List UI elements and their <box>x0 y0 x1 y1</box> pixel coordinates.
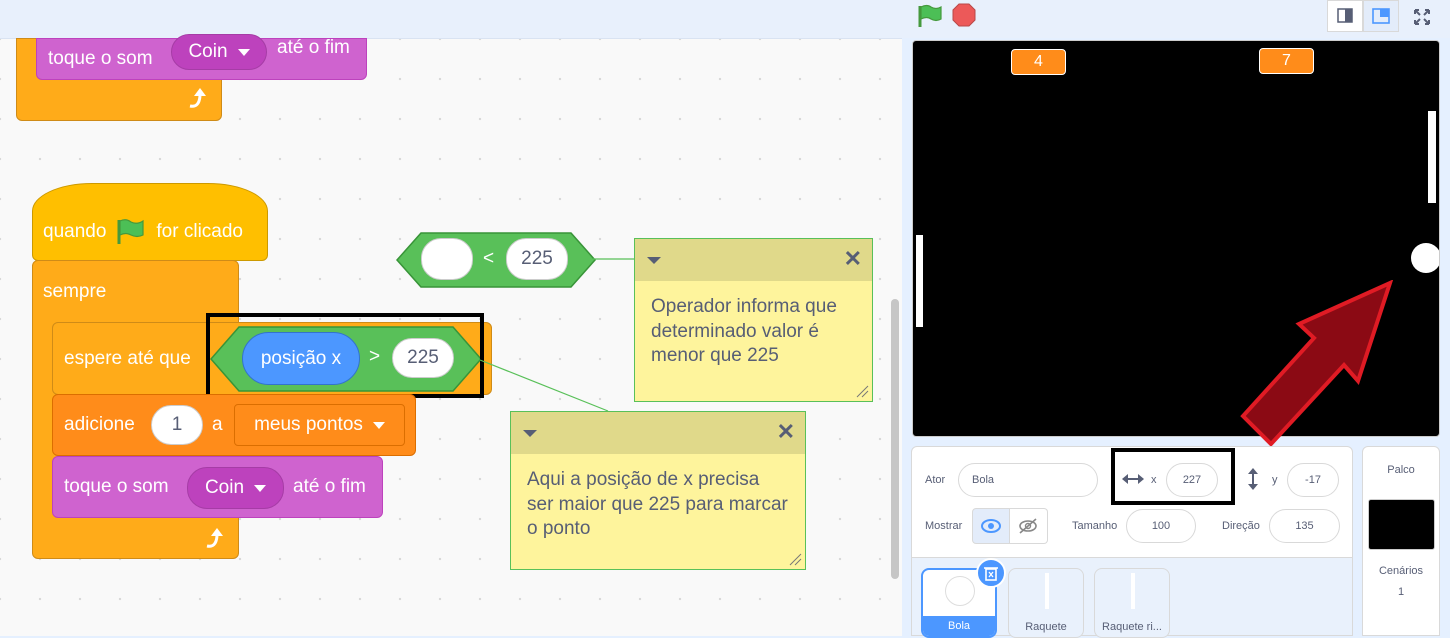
collapse-triangle-icon[interactable] <box>647 257 661 264</box>
sprite-costume-preview <box>945 576 975 606</box>
sprite-name: Raquete ri... <box>1102 621 1162 633</box>
stop-icon[interactable] <box>952 3 976 27</box>
note-text[interactable]: Aqui a posição de x precisa ser maior qu… <box>511 454 805 542</box>
sprite-name: Bola <box>972 474 995 486</box>
sprite-name: Raquete <box>1025 621 1067 633</box>
vertical-arrows-icon <box>1248 468 1258 490</box>
show-label: Mostrar <box>925 520 963 532</box>
small-stage-button[interactable] <box>1327 0 1363 32</box>
sprite-label: Ator <box>925 474 946 486</box>
sound-menu-top[interactable]: Coin <box>171 34 267 70</box>
forever-label: sempre <box>43 281 107 302</box>
resize-grip-icon[interactable] <box>788 552 802 566</box>
play-sound-label: toque o som <box>64 476 169 497</box>
change-value-input[interactable]: 1 <box>151 405 203 445</box>
clicked-label: for clicado <box>156 221 244 242</box>
sprite-info-panel: Ator Bola x 227 y -17 Mostrar Tamanho 10… <box>911 446 1353 558</box>
score-monitor-left[interactable]: 4 <box>1011 49 1066 75</box>
when-flag-clicked-block[interactable]: quando for clicado <box>32 183 268 261</box>
small-stage-icon <box>1337 8 1353 23</box>
paddle-right[interactable] <box>1428 111 1436 203</box>
ball-sprite[interactable] <box>1411 243 1439 273</box>
collapse-triangle-icon[interactable] <box>523 430 537 437</box>
variable-menu[interactable]: meus pontos <box>234 404 405 446</box>
eye-off-icon <box>1019 518 1037 534</box>
size-label: Tamanho <box>1072 520 1118 532</box>
change-to-label: a <box>212 414 223 435</box>
lt-symbol: < <box>483 248 495 269</box>
when-label: quando <box>43 221 107 242</box>
show-hidden-button[interactable] <box>1010 508 1048 544</box>
y-label: y <box>1272 474 1278 486</box>
sprite-thumb-raquete-ri[interactable]: Raquete ri... <box>1094 568 1170 638</box>
backdrops-count: 1 <box>1397 586 1405 598</box>
highlight-box-x <box>1111 448 1235 505</box>
resize-grip-icon[interactable] <box>855 384 869 398</box>
green-flag-icon[interactable] <box>917 4 943 28</box>
change-label: adicione <box>64 414 135 435</box>
chevron-down-icon <box>372 421 385 429</box>
lt-value-input[interactable]: 225 <box>506 238 568 280</box>
fullscreen-button[interactable] <box>1405 2 1439 30</box>
loop-arrow-icon <box>206 528 223 548</box>
until-done-label-top: até o fim <box>277 37 350 58</box>
sound-menu[interactable]: Coin <box>187 467 284 509</box>
eye-icon <box>981 519 1001 533</box>
lt-left-input[interactable] <box>421 238 473 280</box>
highlight-box-operator <box>206 313 484 398</box>
show-visible-button[interactable] <box>972 508 1010 544</box>
sprite-name: Bola <box>923 616 995 636</box>
direction-value: 135 <box>1295 520 1314 532</box>
trash-icon <box>984 567 998 581</box>
stage-selector-pane[interactable]: Palco Cenários 1 <box>1362 446 1440 636</box>
normal-stage-icon <box>1372 8 1390 24</box>
loop-arrow-icon <box>189 88 206 108</box>
wait-until-label: espere até que <box>64 347 191 369</box>
close-icon[interactable]: ✕ <box>777 420 795 444</box>
chevron-down-icon <box>237 48 250 56</box>
delete-sprite-button[interactable] <box>976 558 1006 588</box>
play-sound-label: toque o som <box>48 48 153 69</box>
sprite-costume-preview <box>1045 573 1049 609</box>
close-icon[interactable]: ✕ <box>844 247 862 271</box>
sound-name: Coin <box>204 477 245 498</box>
stage-thumbnail[interactable] <box>1368 499 1435 550</box>
note-text[interactable]: Operador informa que determinado valor é… <box>635 281 872 369</box>
variable-name: meus pontos <box>254 414 363 435</box>
y-field[interactable]: -17 <box>1287 463 1339 497</box>
direction-field[interactable]: 135 <box>1269 509 1340 543</box>
direction-label: Direção <box>1222 520 1260 532</box>
comment-note-greater-than[interactable]: ✕ Aqui a posição de x precisa ser maior … <box>510 411 806 570</box>
note-header[interactable]: ✕ <box>511 412 805 454</box>
chevron-down-icon <box>254 484 267 492</box>
score-monitor-right[interactable]: 7 <box>1259 48 1314 74</box>
paddle-left[interactable] <box>916 235 923 327</box>
sprite-name-field[interactable]: Bola <box>958 463 1098 497</box>
sound-name: Coin <box>188 41 228 62</box>
normal-stage-button[interactable] <box>1363 0 1399 32</box>
backdrops-label: Cenários <box>1378 565 1424 577</box>
sprite-list: Bola Raquete Raquete ri... <box>911 558 1353 638</box>
vertical-scrollbar[interactable] <box>891 299 899 579</box>
y-value: -17 <box>1305 474 1321 486</box>
fullscreen-icon <box>1414 9 1430 25</box>
highlight-arrow <box>1240 280 1394 447</box>
top-bar <box>0 0 1450 38</box>
size-field[interactable]: 100 <box>1126 509 1196 543</box>
note-header[interactable]: ✕ <box>635 239 872 281</box>
until-done-label: até o fim <box>293 476 366 497</box>
sprite-costume-preview <box>1131 573 1135 609</box>
green-flag-icon <box>117 219 145 244</box>
comment-note-less-than[interactable]: ✕ Operador informa que determinado valor… <box>634 238 873 402</box>
sprite-thumb-raquete[interactable]: Raquete <box>1008 568 1084 638</box>
size-value: 100 <box>1151 520 1171 532</box>
stage-pane-title: Palco <box>1387 464 1415 476</box>
